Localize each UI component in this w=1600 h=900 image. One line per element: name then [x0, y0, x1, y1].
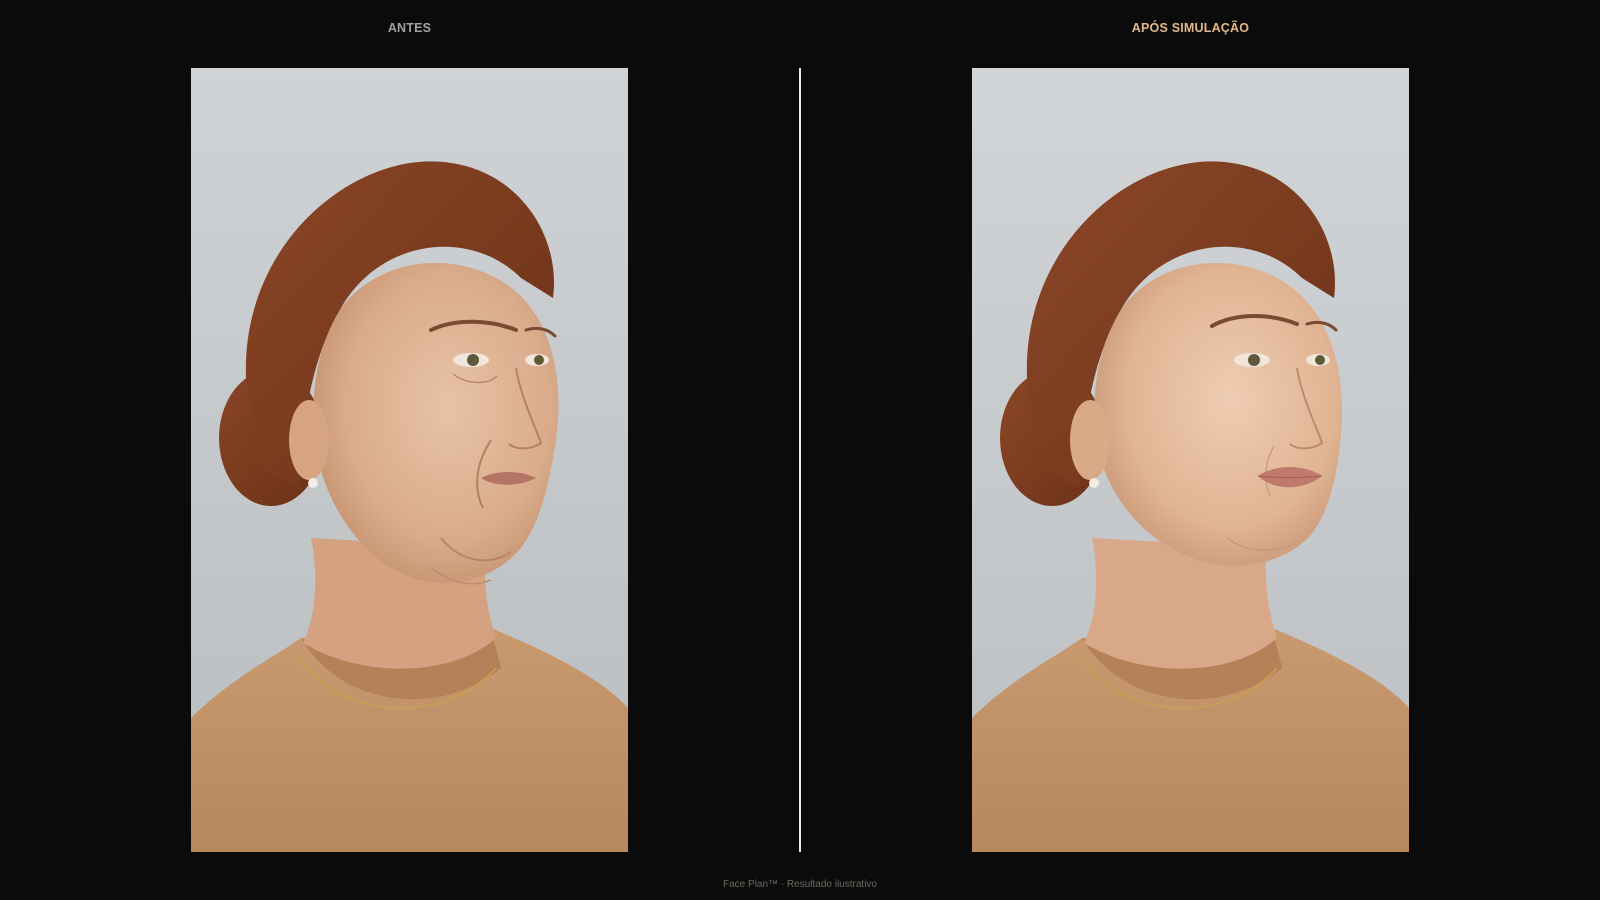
before-photo	[191, 68, 628, 852]
portrait-before-icon	[191, 68, 628, 852]
comparison-view: ANTES APÓS SIMULAÇÃO Face Plan™ · Result…	[0, 0, 1600, 900]
after-photo	[972, 68, 1409, 852]
split-divider[interactable]	[799, 68, 801, 852]
portrait-after-icon	[972, 68, 1409, 852]
before-label: ANTES	[387, 21, 432, 35]
footer-caption: Face Plan™ · Resultado ilustrativo	[723, 879, 877, 890]
after-label: APÓS SIMULAÇÃO	[1131, 21, 1250, 35]
